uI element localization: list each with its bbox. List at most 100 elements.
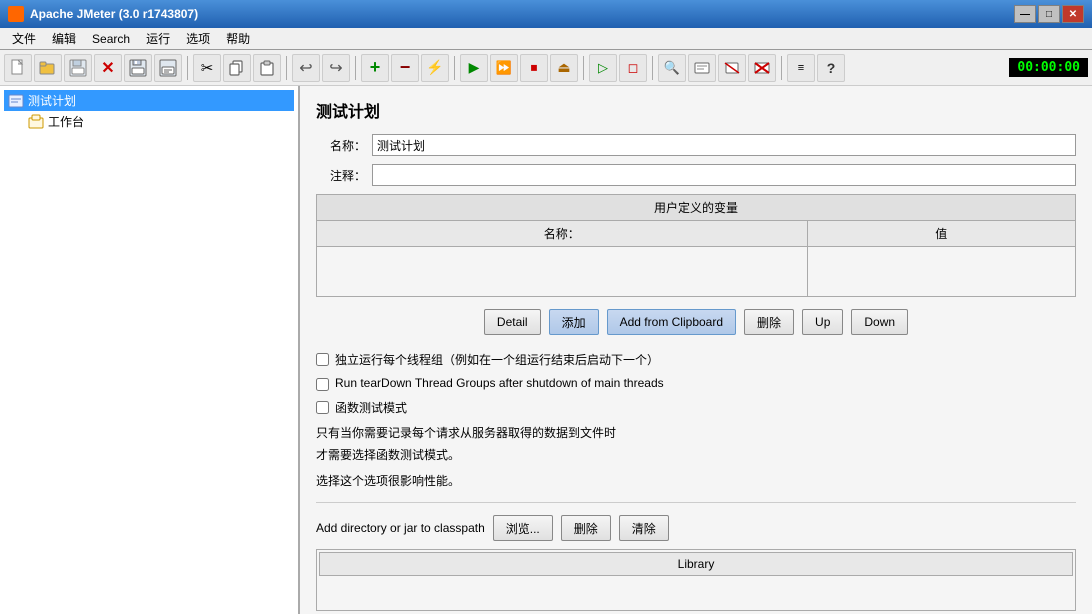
remove-button[interactable]: − (391, 54, 419, 82)
open-button[interactable] (34, 54, 62, 82)
info-text1: 只有当你需要记录每个请求从服务器取得的数据到文件时 (316, 424, 1076, 442)
checkbox2-label: Run tearDown Thread Groups after shutdow… (335, 376, 664, 390)
help-toolbar-button[interactable]: ? (817, 54, 845, 82)
panel-title: 测试计划 (316, 98, 1076, 122)
vars-title: 用户定义的变量 (316, 194, 1076, 220)
checkbox1[interactable] (316, 353, 329, 366)
maximize-button[interactable]: □ (1038, 5, 1060, 23)
vars-section: 用户定义的变量 名称： 值 (316, 194, 1076, 297)
sep2 (286, 56, 287, 80)
name-label: 名称： (316, 137, 366, 154)
comment-row: 注释： (316, 164, 1076, 186)
panel-content: 测试计划 名称： 注释： 用户定义的变量 名称： 值 (300, 86, 1092, 614)
cut-button[interactable]: ✂ (193, 54, 221, 82)
search-toolbar-button[interactable]: 🔍 (658, 54, 686, 82)
tree-item-workbench[interactable]: 工作台 (24, 111, 294, 132)
checkbox1-row: 独立运行每个线程组（例如在一个组运行结束后启动下一个） (316, 351, 1076, 368)
up-button[interactable]: Up (802, 309, 843, 335)
toolbar: ✕ ✂ ↩ ↪ + − ⚡ ▶ ⏩ ⏹ ⏏ ▷ ◻ 🔍 (0, 50, 1092, 86)
classpath-row: Add directory or jar to classpath 浏览... … (316, 515, 1076, 541)
menu-file[interactable]: 文件 (4, 28, 44, 49)
stop-button[interactable]: ⏹ (520, 54, 548, 82)
menu-help[interactable]: 帮助 (218, 28, 258, 49)
sep3 (355, 56, 356, 80)
close-test-button[interactable]: ✕ (94, 54, 122, 82)
checkbox3-label: 函数测试模式 (335, 399, 407, 416)
detail-button[interactable]: Detail (484, 309, 541, 335)
checkbox3[interactable] (316, 401, 329, 414)
shutdown-button[interactable]: ⏏ (550, 54, 578, 82)
info-text2: 才需要选择函数测试模式。 (316, 446, 1076, 464)
add-var-button[interactable]: 添加 (549, 309, 599, 335)
name-input[interactable] (372, 134, 1076, 156)
menu-options[interactable]: 选项 (178, 28, 218, 49)
minimize-button[interactable]: — (1014, 5, 1036, 23)
left-panel: 测试计划 工作台 (0, 86, 300, 614)
copy-button[interactable] (223, 54, 251, 82)
checkbox1-label: 独立运行每个线程组（例如在一个组运行结束后启动下一个） (335, 351, 659, 368)
vars-col-name: 名称： (317, 221, 808, 247)
vars-col-value: 值 (807, 221, 1075, 247)
right-panel: 测试计划 名称： 注释： 用户定义的变量 名称： 值 (300, 86, 1092, 614)
vars-value-cell (807, 247, 1075, 297)
menu-search[interactable]: Search (84, 30, 138, 48)
workbench-icon (28, 114, 44, 130)
browse-button[interactable]: 浏览... (493, 515, 553, 541)
checkbox3-row: 函数测试模式 (316, 399, 1076, 416)
timer-display: 00:00:00 (1009, 58, 1088, 77)
comment-input[interactable] (372, 164, 1076, 186)
sep1 (187, 56, 188, 80)
vars-empty-row (317, 247, 1076, 297)
clear-all-button[interactable] (748, 54, 776, 82)
checkbox2[interactable] (316, 378, 329, 391)
save-button[interactable] (124, 54, 152, 82)
tree-item-test-plan[interactable]: 测试计划 (4, 90, 294, 111)
paste-button[interactable] (253, 54, 281, 82)
test-plan-icon (8, 93, 24, 109)
title-bar-text: Apache JMeter (3.0 r1743807) (30, 7, 1014, 21)
main-layout: 测试计划 工作台 测试计划 名称： (0, 86, 1092, 614)
sep5 (583, 56, 584, 80)
delete-classpath-button[interactable]: 删除 (561, 515, 611, 541)
title-bar: Apache JMeter (3.0 r1743807) — □ ✕ (0, 0, 1092, 28)
library-empty-row (319, 578, 1073, 608)
remote-stop-button[interactable]: ◻ (619, 54, 647, 82)
undo-button[interactable]: ↩ (292, 54, 320, 82)
info-text4: 选择这个选项很影响性能。 (316, 472, 1076, 490)
tree-item-workbench-label: 工作台 (48, 113, 84, 130)
sep6 (652, 56, 653, 80)
app-icon (8, 6, 24, 22)
menu-edit[interactable]: 编辑 (44, 28, 84, 49)
toggle-button[interactable]: ⚡ (421, 54, 449, 82)
library-header: Library (319, 552, 1073, 576)
clear-classpath-button[interactable]: 清除 (619, 515, 669, 541)
add-from-clipboard-button[interactable]: Add from Clipboard (607, 309, 736, 335)
tree-child: 工作台 (24, 111, 294, 132)
run-button[interactable]: ▶ (460, 54, 488, 82)
menu-bar: 文件 编辑 Search 运行 选项 帮助 (0, 28, 1092, 50)
add-button[interactable]: + (361, 54, 389, 82)
remote-start-button[interactable]: ▷ (589, 54, 617, 82)
save-as-button[interactable] (64, 54, 92, 82)
redo-button[interactable]: ↪ (322, 54, 350, 82)
close-button[interactable]: ✕ (1062, 5, 1084, 23)
results-button[interactable] (688, 54, 716, 82)
new-button[interactable] (4, 54, 32, 82)
sep4 (454, 56, 455, 80)
menu-run[interactable]: 运行 (138, 28, 178, 49)
title-bar-controls: — □ ✕ (1014, 5, 1084, 23)
log-button[interactable]: ≡ (787, 54, 815, 82)
checkbox2-row: Run tearDown Thread Groups after shutdow… (316, 376, 1076, 391)
run-no-pause-button[interactable]: ⏩ (490, 54, 518, 82)
down-button[interactable]: Down (851, 309, 908, 335)
save-modified-button[interactable] (154, 54, 182, 82)
vars-name-cell (317, 247, 808, 297)
name-row: 名称： (316, 134, 1076, 156)
comment-label: 注释： (316, 167, 366, 184)
delete-var-button[interactable]: 删除 (744, 309, 794, 335)
clear-button[interactable] (718, 54, 746, 82)
library-table: Library (316, 549, 1076, 611)
vars-buttons: Detail 添加 Add from Clipboard 删除 Up Down (316, 309, 1076, 335)
vars-table: 名称： 值 (316, 220, 1076, 297)
library-cell (319, 578, 1073, 608)
